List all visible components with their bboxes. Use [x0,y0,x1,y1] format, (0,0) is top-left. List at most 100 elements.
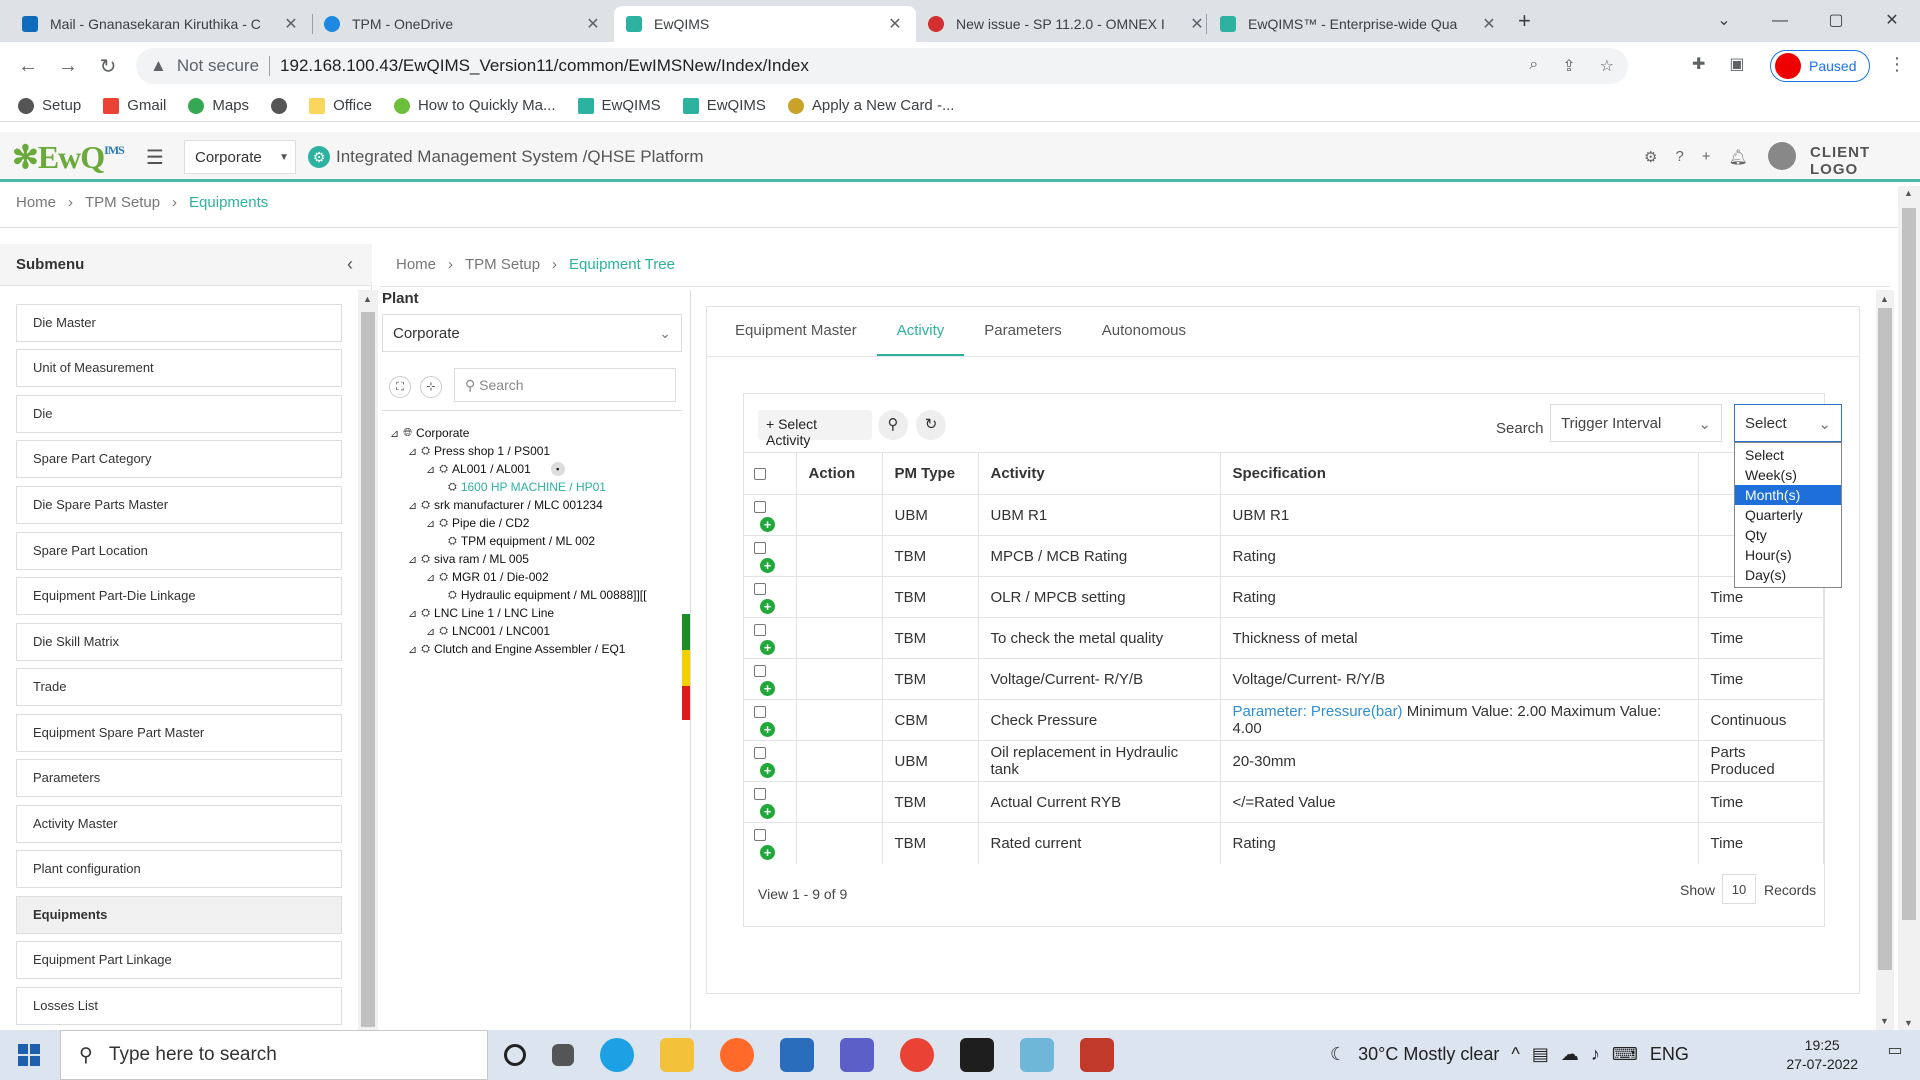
mail-icon[interactable] [780,1038,814,1072]
bookmark-star-icon[interactable]: ☆ [1600,56,1614,76]
table-row[interactable]: + TBM OLR / MPCB setting Rating Time [744,576,1824,618]
table-row[interactable]: + UBM UBM R1 UBM R1 [744,494,1824,536]
col-pm-type[interactable]: PM Type [882,452,979,495]
records-per-page-input[interactable]: 10 [1722,874,1756,904]
row-checkbox[interactable] [754,665,766,678]
dropdown-option[interactable]: Month(s) [1735,485,1841,505]
submenu-item-parameters[interactable]: Parameters [16,759,342,797]
taskbar-search-input[interactable]: ⚲ Type here to search [60,1030,488,1080]
bookmark-globe[interactable] [271,97,288,114]
row-checkbox[interactable] [754,747,766,760]
bookmark-apply-card[interactable]: Apply a New Card -... [787,97,954,114]
submenu-item-die-master[interactable]: Die Master [16,304,342,342]
row-checkbox[interactable] [754,583,766,596]
tree-node[interactable]: ⊿ ⛭ Pipe die / CD2 [426,516,529,530]
tab-equipment-master[interactable]: Equipment Master [715,307,877,356]
omnibox[interactable]: ▲ Not secure 192.168.100.43/EwQIMS_Versi… [136,48,1628,84]
sidepanel-icon[interactable]: ▣ [1729,54,1744,74]
tab-parameters[interactable]: Parameters [964,307,1082,356]
ewqims-logo[interactable]: ✻EwQIMS [12,138,125,176]
expand-all-icon[interactable]: ⛶ [389,376,411,398]
dropdown-option[interactable]: Hour(s) [1735,545,1841,565]
warning-icon[interactable]: ▲ [150,56,167,76]
scroll-down-icon[interactable]: ▼ [1880,1016,1889,1026]
corporate-select[interactable]: Corporate ▼ [184,140,296,174]
close-icon[interactable]: ✕ [886,14,904,34]
breadcrumb-tpm-setup[interactable]: TPM Setup [85,194,160,211]
add-icon[interactable]: + [760,844,775,860]
sticky-notes-icon[interactable] [960,1038,994,1072]
col-action[interactable]: Action [796,452,883,495]
bookmark-setup[interactable]: Setup [18,97,81,114]
file-explorer-icon[interactable] [660,1038,694,1072]
tree-node[interactable]: ⊿ ⛭ LNC Line 1 / LNC Line [408,606,554,620]
row-checkbox[interactable] [754,624,766,637]
collapse-icon[interactable]: ‹ [347,254,353,275]
close-icon[interactable]: ✕ [282,14,300,34]
bookmark-office[interactable]: Office [309,97,372,114]
add-icon[interactable]: + [760,639,775,655]
tree-expander-icon[interactable]: ⊿ [426,625,435,638]
tree-search-input[interactable]: ⚲ Search [454,368,676,402]
dropdown-option[interactable]: Quarterly [1735,505,1841,525]
tree-expander-icon[interactable]: ⊿ [408,499,417,512]
tree-node[interactable]: ⊿ ⛭ MGR 01 / Die-002 [426,570,549,584]
table-row[interactable]: + TBM Voltage/Current- R/Y/B Voltage/Curren… [744,658,1824,700]
tree-node[interactable]: ⛭ Hydraulic equipment / ML 00888]][[ [444,588,646,602]
reload-icon[interactable]: ↻ [88,54,128,79]
submenu-item-die-skill-matrix[interactable]: Die Skill Matrix [16,623,342,661]
tree-node[interactable]: ⊿ 🌐︎ Corporate [390,426,469,440]
profile-paused-button[interactable]: Paused [1770,50,1870,82]
tree-node[interactable]: ⊿ ⛭ Clutch and Engine Assembler / EQ1 [408,642,625,656]
breadcrumb-home[interactable]: Home [396,256,436,273]
add-icon[interactable]: + [760,721,775,737]
keyboard-icon[interactable]: ⌨ [1612,1044,1638,1065]
tree-expander-icon[interactable]: ⊿ [408,607,417,620]
scroll-up-icon[interactable]: ▲ [1880,294,1889,304]
bell-icon[interactable]: 🔔︎ [1729,148,1748,166]
tree-scrollbar[interactable]: ▲ [358,290,378,1030]
tab-autonomous[interactable]: Autonomous [1082,307,1206,356]
tree-node[interactable]: ⊿ ⛭ LNC001 / LNC001 [426,624,550,638]
bookmark-ewqims-2[interactable]: EwQIMS [682,97,766,114]
url-text[interactable]: 192.168.100.43/EwQIMS_Version11/common/E… [280,56,809,76]
firefox-icon[interactable] [720,1038,754,1072]
maximize-icon[interactable]: ▢ [1808,6,1864,36]
add-icon[interactable]: + [760,803,775,819]
close-icon[interactable]: ✕ [1480,14,1498,34]
hamburger-icon[interactable]: ☰ [146,145,164,170]
scroll-up-icon[interactable]: ▲ [363,294,372,304]
bookmark-gmail[interactable]: Gmail [103,97,166,114]
tree-expander-icon[interactable]: ⊿ [426,571,435,584]
submenu-item-equipment-part-linkage[interactable]: Equipment Part Linkage [16,941,342,979]
table-row[interactable]: + UBM Oil replacement in Hydraulic tank 20-… [744,740,1824,782]
browser-tab-onedrive[interactable]: TPM - OneDrive ✕ [312,6,614,42]
add-icon[interactable]: + [760,762,775,778]
windows-start-icon[interactable] [18,1044,40,1066]
col-activity[interactable]: Activity [978,452,1221,495]
trigger-interval-select[interactable]: Trigger Interval ⌄ [1550,404,1722,442]
table-row[interactable]: + CBM Check Pressure Parameter: Pressure(ba… [744,699,1824,741]
submenu-item-die[interactable]: Die [16,395,342,433]
dropdown-option[interactable]: Select [1735,445,1841,465]
plant-select[interactable]: Corporate ⌄ [382,314,682,352]
scroll-down-icon[interactable]: ▼ [1904,1018,1913,1028]
table-row[interactable]: + TBM Rated current Rating Time [744,822,1824,864]
dropdown-option[interactable]: Day(s) [1735,565,1841,585]
refresh-icon[interactable]: ↻ [916,410,946,440]
tree-expander-icon[interactable]: ⊿ [426,463,435,476]
submenu-item-spare-part-location[interactable]: Spare Part Location [16,532,342,570]
add-icon[interactable]: + [760,598,775,614]
table-row[interactable]: + TBM Actual Current RYB </=Rated Value Time [744,781,1824,823]
dropdown-option[interactable]: Week(s) [1735,465,1841,485]
close-icon[interactable]: ✕ [1188,14,1206,34]
notification-icon[interactable]: ▭ [1880,1040,1910,1070]
browser-tab-new-issue[interactable]: New issue - SP 11.2.0 - OMNEX I ✕ [916,6,1218,42]
forward-icon[interactable]: → [48,55,88,78]
language-indicator[interactable]: ENG [1650,1044,1689,1065]
row-checkbox[interactable] [754,501,766,514]
search-icon[interactable]: ⚲ [878,410,908,440]
bookmark-how-to[interactable]: How to Quickly Ma... [393,97,556,114]
col-specification[interactable]: Specification [1220,452,1699,495]
menu-icon[interactable]: ⋮ [1888,54,1906,75]
